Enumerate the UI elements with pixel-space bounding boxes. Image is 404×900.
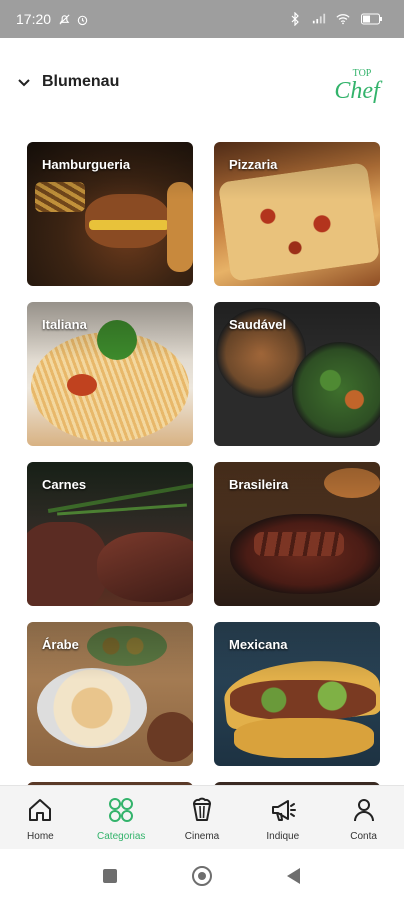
status-right [288, 12, 388, 26]
app-screen: 17:20 Blumenau TOP Chef Hamburgueria Piz… [0, 0, 404, 900]
nav-indique[interactable]: Indique [242, 786, 323, 849]
category-label: Italiana [42, 317, 87, 332]
alarm-icon [75, 12, 89, 26]
category-grid: Hamburgueria Pizzaria Italiana Saudável [0, 140, 404, 790]
bottom-navigation: Home Categorias Cinema Indique Conta [0, 785, 404, 849]
category-label: Brasileira [229, 477, 289, 492]
bluetooth-icon [288, 12, 302, 26]
status-time: 17:20 [16, 11, 52, 27]
megaphone-icon [268, 795, 298, 825]
nav-categorias[interactable]: Categorias [81, 786, 162, 849]
grid-icon [106, 795, 136, 825]
wifi-icon [336, 12, 350, 26]
category-card-pizzaria[interactable]: Pizzaria [214, 142, 380, 286]
status-bar: 17:20 [0, 0, 404, 38]
home-button[interactable] [192, 866, 212, 886]
category-card-hamburgueria[interactable]: Hamburgueria [27, 142, 193, 286]
category-card-carnes[interactable]: Carnes [27, 462, 193, 606]
chevron-down-icon[interactable] [16, 76, 32, 90]
category-label: Mexicana [229, 637, 288, 652]
svg-text:Chef: Chef [334, 78, 383, 104]
topchef-logo: TOP Chef [334, 68, 383, 104]
signal-icon [312, 12, 326, 26]
category-label: Árabe [42, 637, 79, 652]
back-button[interactable] [287, 868, 300, 884]
category-card-italiana[interactable]: Italiana [27, 302, 193, 446]
nav-label: Cinema [184, 831, 220, 842]
category-label: Saudável [229, 317, 287, 332]
battery-icon [360, 12, 384, 26]
home-icon [25, 795, 55, 825]
popcorn-icon [187, 795, 217, 825]
city-selector[interactable]: Blumenau [42, 73, 119, 91]
nav-label: Conta [350, 831, 377, 842]
category-label: Hamburgueria [42, 157, 131, 172]
nav-label: Categorias [97, 831, 146, 842]
recents-button[interactable] [103, 869, 117, 883]
category-card-mexicana[interactable]: Mexicana [214, 622, 380, 766]
category-card-saudavel[interactable]: Saudável [214, 302, 380, 446]
category-label: Pizzaria [229, 157, 278, 172]
mute-icon [57, 12, 71, 26]
nav-label: Indique [266, 831, 300, 842]
category-card-arabe[interactable]: Árabe [27, 622, 193, 766]
category-label: Carnes [42, 477, 87, 492]
app-header: Blumenau TOP Chef [0, 38, 404, 128]
user-icon [349, 795, 379, 825]
nav-cinema[interactable]: Cinema [162, 786, 243, 849]
nav-home[interactable]: Home [0, 786, 81, 849]
system-navigation-bar [0, 850, 404, 900]
nav-label: Home [27, 831, 54, 842]
nav-conta[interactable]: Conta [323, 786, 404, 849]
category-card-brasileira[interactable]: Brasileira [214, 462, 380, 606]
